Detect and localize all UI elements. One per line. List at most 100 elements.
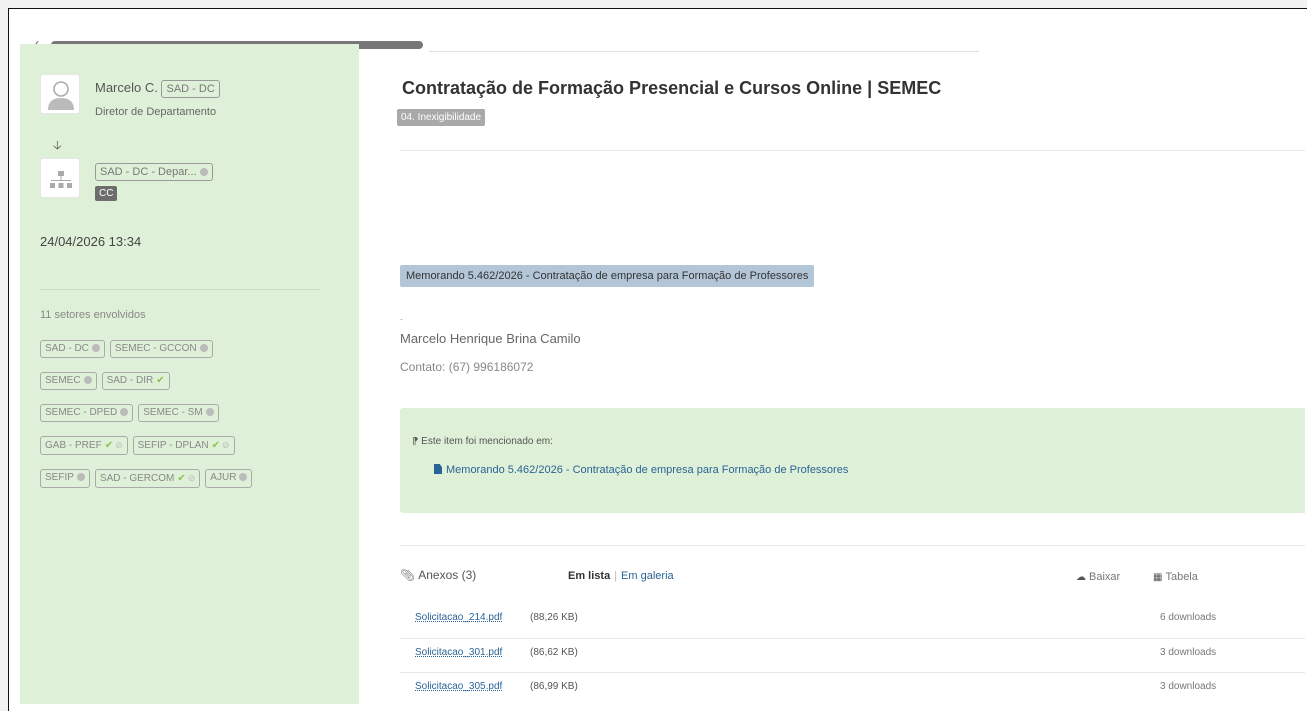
sent-date: 24/04/2026 13:34	[40, 234, 142, 249]
sector-tag[interactable]: AJUR	[205, 469, 253, 488]
mention-box: ⁋ Este item foi mencionado em: Memorando…	[400, 408, 1305, 513]
sector-label: SEMEC - SM	[143, 407, 203, 418]
arrow-down-icon: 🡣	[53, 138, 62, 152]
sector-label: GAB - PREF	[45, 440, 102, 451]
sector-row: SEMEC - DPED SEMEC - SM	[40, 404, 340, 422]
sector-tag[interactable]: SEMEC - GCCON	[109, 340, 213, 358]
dept-tag[interactable]: SAD - DC - Depar...	[95, 163, 213, 181]
sector-tag[interactable]: SAD - DIR ✔	[101, 372, 170, 390]
info-icon	[205, 408, 214, 416]
table-icon: ▦	[1153, 572, 1163, 583]
info-icon	[120, 408, 129, 416]
memo-label: Memorando 5.462/2026 - Contratação de em…	[400, 265, 815, 287]
sector-tag[interactable]: SEMEC	[40, 372, 97, 390]
user-avatar	[40, 74, 80, 114]
sector-tag[interactable]: SEMEC - DPED	[40, 404, 134, 422]
sectors-list: SAD - DC SEMEC - GCCON SEMEC SAD - DIR ✔ …	[40, 340, 340, 502]
info-icon	[239, 473, 248, 481]
sector-label: SAD - DIR	[106, 375, 154, 386]
table-view-button[interactable]: ▦ Tabela	[1153, 571, 1198, 583]
mention-link-label[interactable]: Memorando 5.462/2026 - Contratação de em…	[446, 464, 848, 476]
user-icon	[48, 81, 74, 110]
user-name[interactable]: Marcelo C.	[95, 80, 158, 95]
user-sector-tag[interactable]: SAD - DC	[161, 80, 220, 98]
left-divider	[40, 289, 320, 290]
attachments-label: Anexos (3)	[418, 568, 477, 582]
table-label: Tabela	[1165, 571, 1198, 583]
info-icon	[199, 168, 208, 176]
sectors-title: 11 setores envolvidos	[40, 309, 146, 321]
sector-tag[interactable]: SEFIP	[40, 469, 90, 488]
cc-badge: CC	[95, 186, 118, 201]
sector-label: SEMEC - GCCON	[114, 343, 197, 354]
document-title: Contratação de Formação Presencial e Cur…	[402, 78, 942, 98]
eye-slash-icon: ⊘	[187, 473, 196, 483]
sector-label: SEMEC	[45, 375, 81, 386]
dept-tag-label: SAD - DC - Depar...	[100, 166, 197, 178]
info-icon	[83, 376, 92, 384]
mention-title: Este item foi mencionado em:	[421, 436, 553, 447]
attachment-link[interactable]: Solicitacao_214.pdf	[415, 612, 502, 623]
attachment-name[interactable]: Solicitacao_305.pdf	[415, 681, 502, 692]
attachment-name[interactable]: Solicitacao_301.pdf	[415, 647, 502, 658]
sector-tag[interactable]: SEMEC - SM	[138, 404, 219, 422]
sector-row: SEMEC SAD - DIR ✔	[40, 372, 340, 390]
attachment-downloads: 3 downloads	[1160, 647, 1217, 658]
view-list-option[interactable]: Em lista	[568, 570, 610, 582]
attachment-link[interactable]: Solicitacao_301.pdf	[415, 647, 502, 658]
paperclip-icon: 📎︎	[400, 568, 416, 582]
sector-label: SAD - GERCOM	[99, 473, 175, 484]
attachment-size: (86,62 KB)	[530, 647, 578, 658]
check-icon: ✔	[156, 375, 165, 386]
check-icon: ✔	[177, 473, 186, 484]
sector-tag[interactable]: GAB - PREF ✔ ⊘	[40, 436, 128, 455]
attachment-row: Solicitacao_214.pdf (88,26 KB) 6 downloa…	[400, 604, 1305, 638]
view-mode-switch: Em lista | Em galeria	[568, 570, 674, 582]
eye-slash-icon: ⊘	[221, 440, 230, 450]
sector-row: SAD - DC SEMEC - GCCON	[40, 340, 340, 358]
mention-icon: ⁋	[412, 436, 419, 447]
eye-slash-icon: ⊘	[115, 440, 123, 450]
sector-label: SEMEC - DPED	[45, 407, 118, 418]
attachment-size: (86,99 KB)	[530, 681, 578, 692]
download-label: Baixar	[1089, 571, 1121, 583]
mention-title-line: ⁋ Este item foi mencionado em:	[412, 436, 553, 447]
attachment-size: (88,26 KB)	[530, 612, 578, 623]
category-badge[interactable]: 04. Inexigibilidade	[397, 109, 486, 126]
attachment-downloads: 6 downloads	[1160, 612, 1217, 623]
info-icon	[91, 344, 100, 352]
top-divider	[429, 51, 979, 52]
user-role: Diretor de Departamento	[95, 106, 217, 118]
sector-label: SEFIP	[45, 472, 74, 483]
sector-label: AJUR	[210, 472, 237, 483]
document-icon	[434, 464, 442, 474]
org-chart-icon	[50, 171, 72, 188]
attachments-list: Solicitacao_214.pdf (88,26 KB) 6 downloa…	[400, 604, 1305, 706]
user-name-line: Marcelo C. SAD - DC	[95, 80, 220, 98]
sector-tag[interactable]: SAD - GERCOM ✔ ⊘	[94, 469, 201, 488]
attachment-link[interactable]: Solicitacao_305.pdf	[415, 681, 502, 692]
sector-label: SAD - DC	[45, 343, 89, 354]
attachments-header: 📎︎ Anexos (3)	[400, 568, 476, 582]
mention-link[interactable]: Memorando 5.462/2026 - Contratação de em…	[434, 464, 848, 476]
signer-name: Marcelo Henrique Brina Camilo	[400, 331, 581, 346]
sector-row: GAB - PREF ✔ ⊘ SEFIP - DPLAN ✔ ⊘	[40, 436, 340, 455]
dept-avatar	[40, 158, 80, 198]
cloud-download-icon: ☁	[1076, 572, 1086, 583]
download-all-button[interactable]: ☁ Baixar	[1076, 571, 1120, 583]
sector-tag[interactable]: SEFIP - DPLAN ✔ ⊘	[132, 436, 235, 455]
info-icon	[199, 344, 208, 352]
attachment-name[interactable]: Solicitacao_214.pdf	[415, 612, 502, 623]
title-divider	[400, 150, 1305, 151]
sector-row: SEFIP SAD - GERCOM ✔ ⊘ AJUR	[40, 469, 340, 488]
view-gallery-link[interactable]: Em galeria	[621, 570, 674, 582]
sender-panel: Marcelo C. SAD - DC Diretor de Departame…	[20, 44, 359, 704]
dept-tag-wrap: SAD - DC - Depar...	[95, 162, 213, 181]
attachments-divider	[400, 545, 1305, 546]
sector-tag[interactable]: SAD - DC	[40, 340, 105, 358]
signer-contact: Contato: (67) 996186072	[400, 360, 534, 374]
info-icon	[76, 473, 85, 481]
attachment-downloads: 3 downloads	[1160, 681, 1217, 692]
attachment-row: Solicitacao_305.pdf (86,99 KB) 3 downloa…	[400, 672, 1305, 706]
sector-label: SEFIP - DPLAN	[137, 440, 209, 451]
